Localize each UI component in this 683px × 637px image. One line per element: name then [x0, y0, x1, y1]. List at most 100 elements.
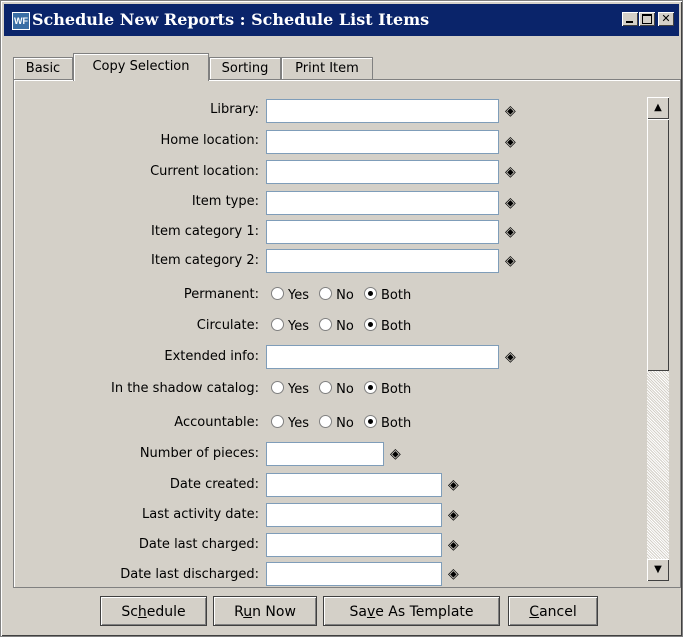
circulate-yes-option[interactable]: Yes — [271, 318, 309, 334]
current-location-field[interactable] — [266, 160, 499, 184]
title-bar[interactable]: WF Schedule New Reports : Schedule List … — [4, 4, 679, 36]
date-created-label: Date created: — [169, 477, 259, 492]
scrollbar-thumb[interactable] — [647, 119, 669, 371]
permanent-radio-group: Yes No Both — [271, 287, 417, 303]
arrow-down-icon: ▼ — [654, 564, 662, 575]
app-icon: WF — [12, 12, 30, 30]
run-now-label-key: u — [243, 604, 253, 620]
run-now-label-pre: R — [234, 604, 244, 620]
item-category-2-lookup-icon[interactable]: ◈ — [505, 254, 516, 268]
radio-icon — [319, 287, 333, 300]
date-last-charged-field[interactable] — [266, 533, 442, 557]
permanent-no-option[interactable]: No — [319, 287, 354, 303]
permanent-both-label: Both — [380, 288, 412, 303]
accountable-radio-group: Yes No Both — [271, 415, 417, 431]
save-as-template-button[interactable]: Save As Template — [323, 596, 500, 626]
scroll-down-button[interactable]: ▼ — [647, 559, 669, 581]
circulate-both-label: Both — [380, 319, 412, 334]
tab-copy-selection[interactable]: Copy Selection — [73, 53, 209, 81]
home-location-field[interactable] — [266, 130, 499, 154]
radio-icon — [319, 415, 333, 428]
permanent-label: Permanent: — [183, 287, 259, 302]
item-category-1-lookup-icon[interactable]: ◈ — [505, 225, 516, 239]
run-now-button[interactable]: Run Now — [213, 596, 317, 626]
arrow-up-icon: ▲ — [654, 102, 662, 113]
accountable-both-option[interactable]: Both — [363, 415, 412, 431]
tab-sorting-label: Sorting — [221, 61, 269, 76]
tab-copy-selection-label: Copy Selection — [92, 59, 190, 74]
library-label: Library: — [210, 102, 259, 117]
tab-print-item-label: Print Item — [295, 61, 359, 76]
number-of-pieces-field[interactable] — [266, 442, 384, 466]
last-activity-date-label: Last activity date: — [142, 507, 259, 522]
home-location-label: Home location: — [160, 133, 259, 148]
extended-info-label: Extended info: — [164, 349, 259, 364]
radio-selected-icon — [363, 415, 377, 428]
tab-sorting[interactable]: Sorting — [209, 57, 281, 80]
library-field[interactable] — [266, 99, 499, 123]
shadow-catalog-yes-option[interactable]: Yes — [271, 381, 309, 397]
accountable-no-label: No — [336, 416, 354, 431]
accountable-no-option[interactable]: No — [319, 415, 354, 431]
circulate-both-option[interactable]: Both — [363, 318, 412, 334]
maximize-icon — [642, 14, 652, 24]
radio-icon — [319, 318, 333, 331]
tab-basic-label: Basic — [25, 61, 61, 76]
item-type-lookup-icon[interactable]: ◈ — [505, 196, 516, 210]
item-category-1-field[interactable] — [266, 220, 499, 244]
schedule-button[interactable]: Schedule — [100, 596, 207, 626]
extended-info-lookup-icon[interactable]: ◈ — [505, 350, 516, 364]
shadow-catalog-radio-group: Yes No Both — [271, 381, 417, 397]
minimize-button[interactable] — [622, 12, 638, 26]
circulate-radio-group: Yes No Both — [271, 318, 417, 334]
cancel-button[interactable]: Cancel — [508, 596, 598, 626]
accountable-both-label: Both — [380, 416, 412, 431]
tab-print-item[interactable]: Print Item — [281, 57, 373, 80]
date-last-charged-lookup-icon[interactable]: ◈ — [448, 538, 459, 552]
number-of-pieces-label: Number of pieces: — [139, 446, 259, 461]
cancel-label-key: C — [529, 604, 540, 620]
permanent-yes-option[interactable]: Yes — [271, 287, 309, 303]
vertical-scrollbar[interactable]: ▲ ▼ — [647, 97, 669, 581]
save-template-label-pre: Sa — [349, 604, 367, 620]
radio-selected-icon — [363, 318, 377, 331]
scroll-up-button[interactable]: ▲ — [647, 97, 669, 119]
date-last-discharged-lookup-icon[interactable]: ◈ — [448, 567, 459, 581]
shadow-catalog-both-option[interactable]: Both — [363, 381, 412, 397]
schedule-label-pre: Sc — [121, 604, 138, 620]
library-lookup-icon[interactable]: ◈ — [505, 104, 516, 118]
minimize-icon — [626, 21, 633, 23]
home-location-lookup-icon[interactable]: ◈ — [505, 135, 516, 149]
last-activity-date-field[interactable] — [266, 503, 442, 527]
circulate-yes-label: Yes — [288, 319, 309, 334]
radio-icon — [271, 415, 284, 428]
item-type-label: Item type: — [191, 194, 259, 209]
date-last-discharged-field[interactable] — [266, 562, 442, 586]
permanent-both-option[interactable]: Both — [363, 287, 412, 303]
schedule-label-key: h — [137, 604, 147, 620]
close-button[interactable]: ✕ — [658, 12, 674, 26]
circulate-no-option[interactable]: No — [319, 318, 354, 334]
accountable-yes-option[interactable]: Yes — [271, 415, 309, 431]
shadow-catalog-both-label: Both — [380, 382, 412, 397]
shadow-catalog-label: In the shadow catalog: — [111, 381, 259, 396]
extended-info-field[interactable] — [266, 345, 499, 369]
permanent-yes-label: Yes — [288, 288, 309, 303]
schedule-label-post: edule — [146, 604, 186, 620]
tab-basic[interactable]: Basic — [13, 57, 73, 80]
shadow-catalog-no-option[interactable]: No — [319, 381, 354, 397]
window-title: Schedule New Reports : Schedule List Ite… — [32, 10, 430, 29]
current-location-lookup-icon[interactable]: ◈ — [505, 165, 516, 179]
item-type-field[interactable] — [266, 191, 499, 215]
last-activity-date-lookup-icon[interactable]: ◈ — [448, 508, 459, 522]
cancel-label-post: ancel — [539, 604, 577, 620]
maximize-button[interactable] — [639, 12, 655, 26]
accountable-yes-label: Yes — [288, 416, 309, 431]
close-icon: ✕ — [661, 12, 671, 25]
item-category-2-field[interactable] — [266, 249, 499, 273]
circulate-no-label: No — [336, 319, 354, 334]
shadow-catalog-yes-label: Yes — [288, 382, 309, 397]
date-created-field[interactable] — [266, 473, 442, 497]
date-created-lookup-icon[interactable]: ◈ — [448, 478, 459, 492]
number-of-pieces-lookup-icon[interactable]: ◈ — [390, 447, 401, 461]
